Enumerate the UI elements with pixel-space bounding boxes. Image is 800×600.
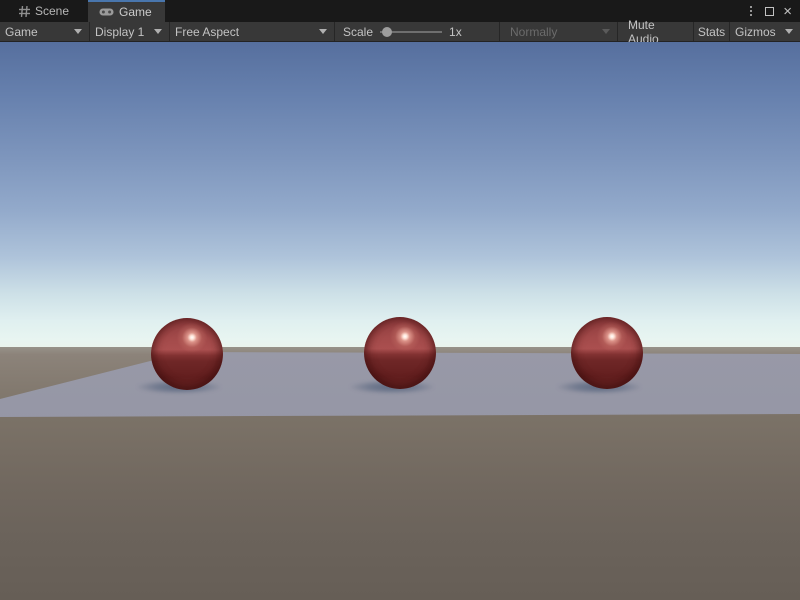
chevron-down-icon (785, 29, 793, 34)
stats-button[interactable]: Stats (694, 22, 730, 41)
tab-game[interactable]: Game (88, 0, 165, 22)
scale-slider[interactable] (380, 27, 442, 37)
gamepad-icon (99, 7, 114, 17)
window-controls: × (746, 0, 800, 22)
close-icon[interactable]: × (783, 6, 792, 17)
red-sphere (151, 318, 223, 390)
kebab-menu-icon[interactable] (746, 3, 756, 19)
mute-audio-button[interactable]: Mute Audio (618, 22, 694, 41)
scale-label: Scale (343, 25, 373, 39)
chevron-down-icon (74, 29, 82, 34)
gizmos-dropdown[interactable]: Gizmos (730, 22, 800, 41)
scale-value: 1x (449, 25, 462, 39)
view-mode-dropdown[interactable]: Game (0, 22, 90, 41)
aspect-ratio-dropdown[interactable]: Free Aspect (170, 22, 335, 41)
tab-scene-label: Scene (35, 4, 69, 18)
chevron-down-icon (602, 29, 610, 34)
gizmos-label: Gizmos (735, 25, 776, 39)
maximize-icon[interactable] (765, 7, 774, 16)
chevron-down-icon (319, 29, 327, 34)
tab-scene[interactable]: Scene (8, 0, 82, 22)
grid-icon (19, 6, 30, 17)
game-view-toolbar: Game Display 1 Free Aspect Scale 1x Norm… (0, 22, 800, 42)
red-sphere (364, 317, 436, 389)
playmode-behavior-label: Normally (505, 25, 557, 39)
playmode-behavior-dropdown: Normally (500, 22, 618, 41)
stats-label: Stats (698, 25, 725, 39)
game-viewport[interactable] (0, 42, 800, 600)
chevron-down-icon (154, 29, 162, 34)
display-dropdown[interactable]: Display 1 (90, 22, 170, 41)
view-mode-label: Game (5, 25, 38, 39)
unity-game-window: Scene Game × Game Display 1 Free Aspect (0, 0, 800, 600)
display-label: Display 1 (95, 25, 144, 39)
red-sphere (571, 317, 643, 389)
aspect-ratio-label: Free Aspect (175, 25, 239, 39)
sky-gradient (0, 42, 800, 349)
tab-game-label: Game (119, 5, 152, 19)
slider-thumb[interactable] (382, 27, 392, 37)
scale-control: Scale 1x (335, 22, 500, 41)
